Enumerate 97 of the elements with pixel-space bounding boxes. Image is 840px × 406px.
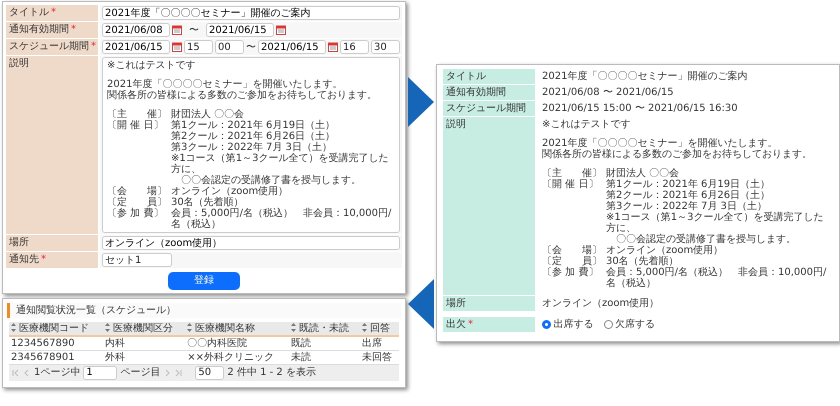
page-field[interactable]: 1 bbox=[83, 366, 118, 380]
minute-select[interactable]: 30 bbox=[371, 40, 400, 54]
description-line: オンライン（zoom使用） bbox=[606, 245, 724, 256]
description-line: 2021年度「〇〇〇〇セミナー」を開催いたします。 bbox=[542, 138, 778, 149]
description-label: 〔定 員〕 bbox=[107, 197, 168, 208]
range-separator: 〜 bbox=[246, 42, 256, 52]
description-line: 財団法人 〇〇会 bbox=[606, 168, 680, 179]
submit-button[interactable]: 登録 bbox=[168, 272, 240, 290]
radio-label: 欠席する bbox=[615, 319, 655, 330]
description-label: 〔会 場〕 bbox=[107, 186, 168, 197]
calendar-icon[interactable] bbox=[172, 42, 182, 52]
hour-select[interactable]: 16 bbox=[340, 40, 369, 54]
description-line: 第2クール：2021年 6月26日（土） bbox=[606, 190, 772, 201]
description-line: 〇〇会認定の受講修了書を授与します。 bbox=[180, 175, 362, 186]
radio-label: 出席する bbox=[554, 319, 594, 330]
pager-summary: 2 件中 1 - 2 を表示 bbox=[227, 367, 316, 378]
date-field[interactable]: 2021/06/15 bbox=[206, 23, 274, 37]
table-cell: 未読 bbox=[291, 352, 312, 362]
column-header: 医療機関コード bbox=[19, 322, 89, 334]
column-header: 回答 bbox=[370, 322, 390, 334]
table-cell: 〇〇内科医院 bbox=[187, 338, 248, 348]
calendar-icon[interactable] bbox=[328, 42, 338, 52]
description-line: 第2クール：2021年 6月26日（土） bbox=[171, 131, 336, 142]
range-separator: 〜 bbox=[189, 24, 199, 36]
table-cell: 内科 bbox=[104, 338, 125, 348]
table-cell: 1234567890 bbox=[11, 338, 75, 348]
field-value: オンライン（zoom使用） bbox=[542, 298, 660, 309]
sort-icon[interactable] bbox=[11, 323, 16, 332]
left-arrow-icon bbox=[408, 279, 434, 329]
minute-select[interactable]: 00 bbox=[215, 40, 244, 54]
description-label: 〔開 催 日〕 bbox=[107, 120, 164, 131]
field-label: 場所 bbox=[6, 235, 98, 251]
table-cell: 未回答 bbox=[362, 352, 392, 362]
radio-button[interactable] bbox=[604, 320, 612, 329]
field-value: 2021/06/08 〜 2021/06/15 bbox=[542, 87, 674, 98]
calendar-icon[interactable] bbox=[172, 25, 182, 35]
field-label: タイトル * bbox=[6, 5, 98, 21]
description-label: 〔開 催 日〕 bbox=[542, 179, 600, 190]
date-field[interactable]: 2021/06/15 bbox=[258, 40, 326, 54]
field-label: スケジュール期間 * bbox=[6, 39, 98, 55]
description-label: 〔会 場〕 bbox=[542, 245, 603, 256]
description-label: 〔参 加 費〕 bbox=[107, 208, 164, 221]
field-label: 通知有効期間 * bbox=[6, 22, 98, 38]
description-line: 30名（先着順） bbox=[606, 256, 680, 267]
table-cell: 既読 bbox=[291, 338, 312, 348]
description-line: 第3クール：2022年 7月 3日（土） bbox=[171, 142, 332, 153]
description-label: 〔主 催〕 bbox=[107, 109, 168, 120]
field-label: 説明 bbox=[6, 56, 98, 234]
description-line: ※1コース（第1～3クール全て）を受講完了した方に、 bbox=[171, 153, 390, 175]
field-label: スケジュール期間 bbox=[443, 101, 535, 116]
description-line: ※これはテストです bbox=[107, 60, 196, 71]
field-label: 出欠 * bbox=[443, 317, 535, 332]
column-header: 医療機関名称 bbox=[195, 322, 256, 334]
description-label: 〔主 催〕 bbox=[542, 168, 603, 179]
hour-select[interactable]: 15 bbox=[184, 40, 213, 54]
text-field[interactable]: オンライン（zoom使用） bbox=[102, 236, 400, 250]
right-arrow-icon bbox=[408, 77, 434, 127]
description-line: 第1クール：2021年 6月19日（土） bbox=[171, 120, 336, 131]
description-label: 〔定 員〕 bbox=[542, 256, 603, 267]
description-line: 第1クール：2021年 6月19日（土） bbox=[606, 179, 772, 190]
description-line: 会員：5,000円/名（税込） 非会員：10,000円/名（税込） bbox=[171, 208, 392, 230]
description-line: 2021年度「〇〇〇〇セミナー」を開催いたします。 bbox=[107, 79, 344, 90]
description-label: 〔参 加 費〕 bbox=[542, 267, 600, 280]
table-title: 通知閲覧状況一覧（スケジュール） bbox=[16, 304, 176, 316]
description-line: オンライン（zoom使用） bbox=[171, 186, 290, 197]
field-label: 通知有効期間 bbox=[443, 85, 535, 100]
field-label: 場所 bbox=[443, 296, 535, 311]
date-field[interactable]: 2021/06/15 bbox=[102, 40, 170, 54]
description-line: 〇〇会認定の受講修了書を授与します。 bbox=[615, 234, 797, 245]
table-cell: 2345678901 bbox=[11, 352, 75, 362]
field-label: 説明 bbox=[443, 117, 535, 295]
field-value: 2021/06/15 15:00 〜 2021/06/15 16:30 bbox=[542, 103, 738, 114]
field-label: 通知先 * bbox=[6, 252, 98, 268]
description-line: 30名（先着順） bbox=[171, 197, 245, 208]
description-line: ※これはテストです bbox=[542, 119, 632, 130]
column-header: 既読・未読 bbox=[299, 322, 350, 334]
radio-button[interactable] bbox=[542, 320, 551, 329]
description-line: 財団法人 〇〇会 bbox=[171, 109, 246, 120]
select-field[interactable]: セット1 bbox=[102, 253, 172, 267]
column-header: 医療機関区分 bbox=[112, 322, 173, 334]
table-cell: 外科 bbox=[104, 352, 125, 362]
calendar-icon[interactable] bbox=[276, 25, 286, 35]
table-cell: 出席 bbox=[362, 338, 382, 348]
date-field[interactable]: 2021/06/08 bbox=[102, 23, 170, 37]
text-field[interactable]: 2021年度「〇〇〇〇セミナー」開催のご案内 bbox=[102, 6, 400, 20]
field-value: 2021年度「〇〇〇〇セミナー」開催のご案内 bbox=[542, 71, 748, 82]
table-cell: ××外科クリニック bbox=[187, 352, 274, 362]
description-line: 関係各所の皆様による多数のご参加をお待ちしております。 bbox=[542, 149, 813, 160]
description-line: 関係各所の皆様による多数のご参加をお待ちしております。 bbox=[107, 90, 378, 101]
field-label: タイトル bbox=[443, 69, 535, 84]
description-line: 会員：5,000円/名（税込） 非会員：10,000円/名（税込） bbox=[606, 267, 828, 289]
description-textarea[interactable] bbox=[102, 57, 400, 233]
pager-text: ページ目 bbox=[120, 367, 160, 378]
description-line: ※1コース（第1～3クール全て）を受講完了した方に、 bbox=[606, 212, 824, 234]
description-line: 第3クール：2022年 7月 3日（土） bbox=[606, 201, 767, 212]
page-size-select[interactable]: 50 bbox=[195, 366, 224, 380]
pager-text: 1ページ中 bbox=[34, 367, 80, 378]
